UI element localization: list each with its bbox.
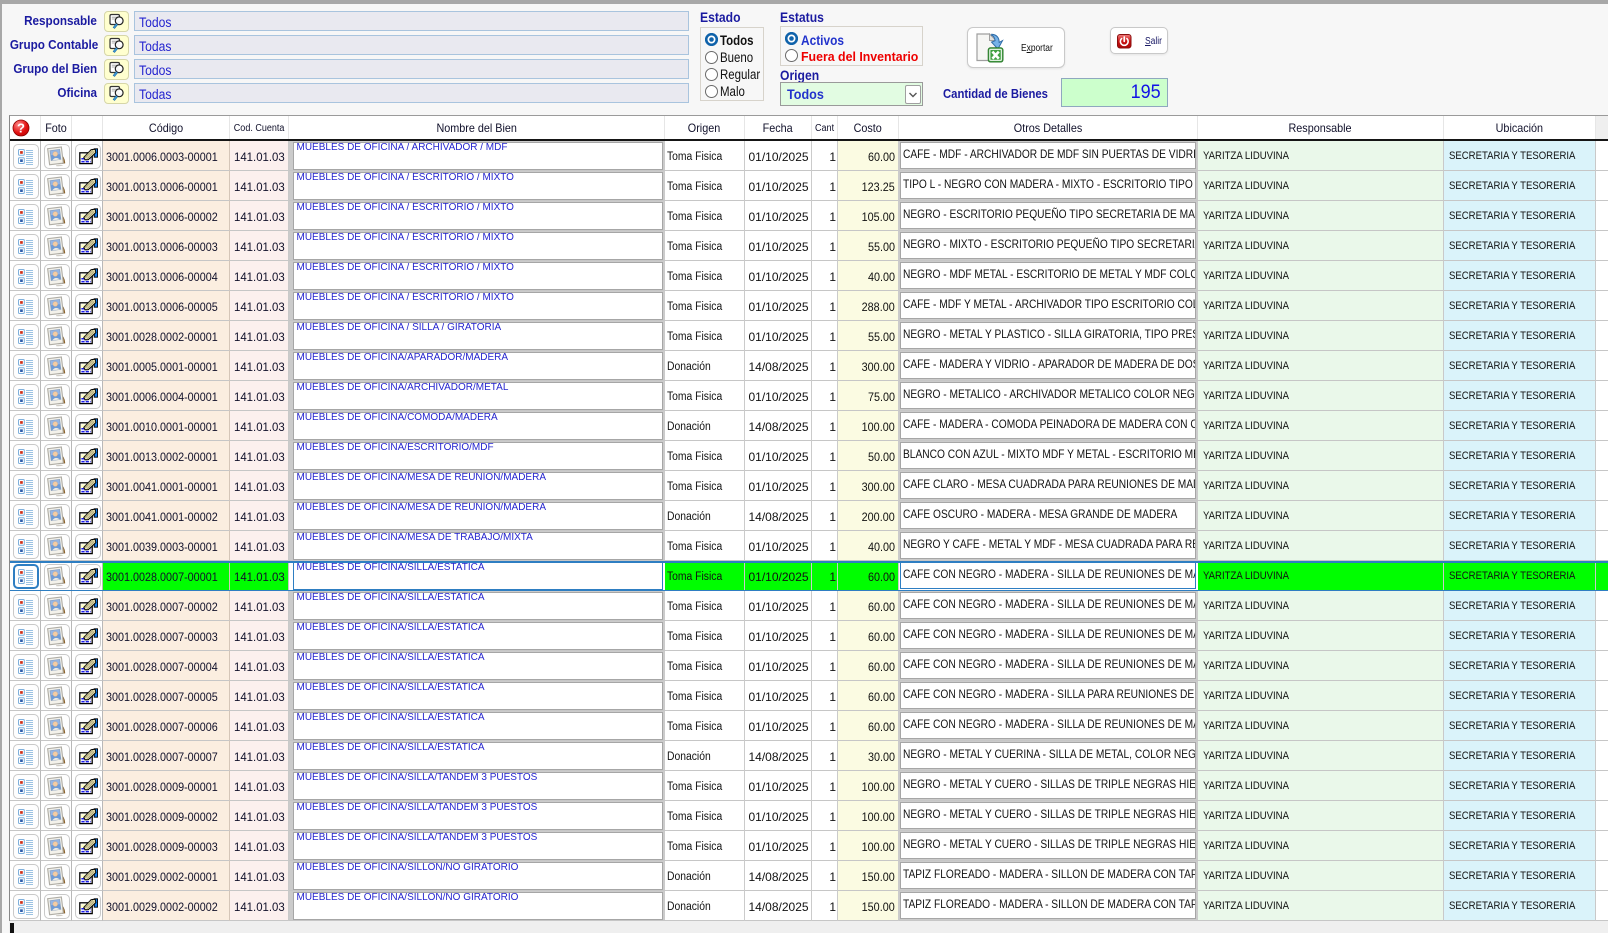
svg-text:?: ? [17,121,25,136]
